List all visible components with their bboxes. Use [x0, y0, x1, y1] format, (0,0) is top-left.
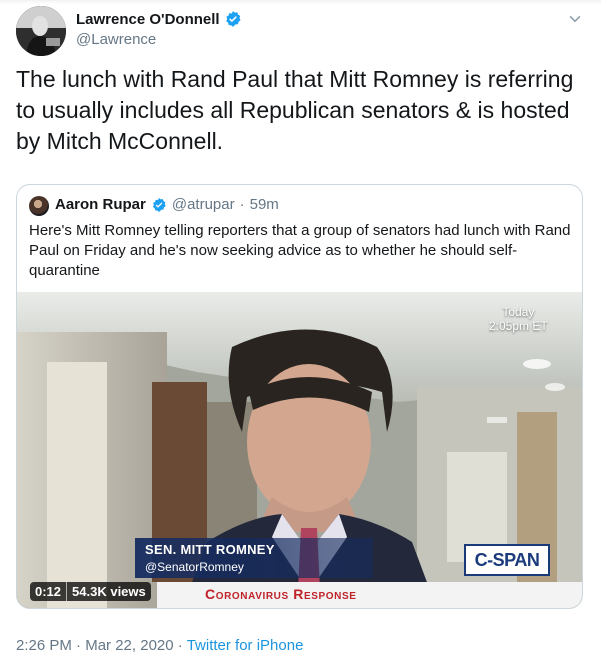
author-name-row: Lawrence O'Donnell [76, 10, 242, 28]
lower-third-handle: @SenatorRomney [145, 560, 244, 574]
timestamp-overlay: Today 2:05pm ET [489, 305, 548, 333]
lower-third: SEN. MITT ROMNEY @SenatorRomney [135, 538, 373, 578]
author-handle[interactable]: @Lawrence [76, 31, 156, 48]
tweet-source-link[interactable]: Twitter for iPhone [187, 637, 304, 654]
dot-separator: · [177, 637, 183, 654]
tweet-text: The lunch with Rand Paul that Mitt Romne… [16, 66, 574, 154]
quoted-author-handle: @atrupar [171, 196, 235, 213]
quoted-header: Aaron Rupar @atrupar · 59m [55, 196, 279, 213]
dot-separator: · [76, 637, 82, 654]
dot-separator: · [239, 196, 245, 213]
video-views: 54.3K views [66, 582, 151, 601]
verified-badge-icon [225, 11, 241, 27]
lower-third-name: SEN. MITT ROMNEY [145, 542, 275, 557]
quoted-author-avatar [29, 196, 49, 216]
network-logo: C-SPAN [464, 544, 550, 576]
chevron-down-icon[interactable] [566, 10, 584, 28]
video-duration: 0:12 [30, 582, 67, 601]
tweet-date[interactable]: Mar 22, 2020 [85, 637, 173, 654]
tweet-time[interactable]: 2:26 PM [16, 637, 72, 654]
author-avatar[interactable] [16, 6, 66, 56]
top-edge [0, 0, 601, 4]
coronavirus-banner: Coronavirus Response [205, 586, 357, 602]
today-label: Today [502, 305, 535, 319]
author-name[interactable]: Lawrence O'Donnell [76, 11, 220, 28]
verified-badge-icon [152, 197, 166, 212]
tweet-meta: 2:26 PM · Mar 22, 2020 · Twitter for iPh… [16, 637, 303, 654]
broadcast-time: 2:05pm ET [489, 319, 548, 333]
video-player[interactable]: Today 2:05pm ET SEN. MITT ROMNEY @Senato… [17, 292, 582, 608]
quoted-age: 59m [249, 196, 279, 213]
quoted-text: Here's Mitt Romney telling reporters tha… [29, 222, 571, 279]
video-stats-badge: 0:12 54.3K views [30, 582, 151, 601]
quoted-author-name: Aaron Rupar [55, 196, 146, 213]
quoted-tweet[interactable]: Aaron Rupar @atrupar · 59m Here's Mitt R… [16, 184, 583, 609]
